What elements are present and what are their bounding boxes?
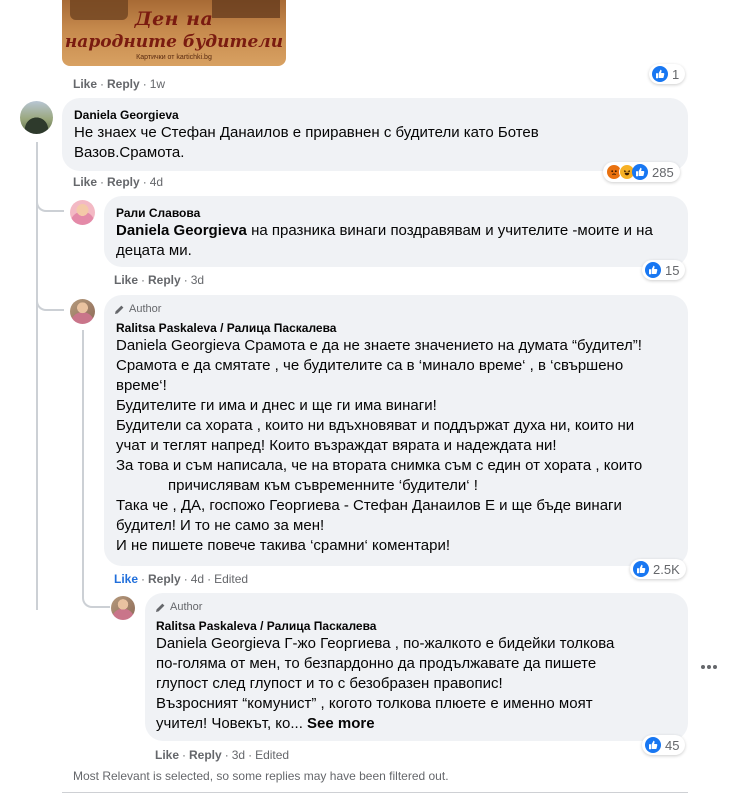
reactions-pill[interactable]: 2.5K [630,559,686,579]
like-icon [645,262,661,278]
comment-time[interactable]: 3d [232,748,245,762]
comment-actions: Like · Reply · 3d · Edited [155,748,290,762]
pen-icon [156,603,165,612]
avatar[interactable] [70,299,95,324]
like-button[interactable]: Like [73,77,97,91]
comment-time[interactable]: 4d [191,572,204,586]
reaction-count: 15 [665,262,680,278]
like-icon [633,561,649,577]
author-badge: Author [155,601,202,613]
comment-text: Daniela Georgieva на празника винаги поз… [116,222,653,259]
like-button[interactable]: Like [155,748,179,762]
avatar[interactable] [111,596,135,620]
see-more-link[interactable]: See more [307,715,375,732]
thread-connector [36,192,64,212]
comment-actions: Like · Reply · 4d · Edited [114,572,249,586]
more-options-icon[interactable] [697,660,721,674]
comment-author[interactable]: Ralitsa Paskaleva / Ралица Паскалева [116,321,336,335]
like-button[interactable]: Like [73,175,97,189]
comment-time[interactable]: 1w [150,77,165,91]
mention-link[interactable]: Daniela Georgieva [116,222,247,239]
divider [62,792,688,793]
image-text-line2: народните будители [64,32,284,52]
reactions-pill[interactable]: 1 [649,64,686,84]
thread-line [82,330,84,590]
reply-bubble: Author Ralitsa Paskaleva / Ралица Паскал… [145,593,688,741]
comment-text: Не знаех че Стефан Данаилов е приравнен … [74,124,539,161]
reactions-pill[interactable]: 15 [642,260,686,280]
comment-bubble: Daniela Georgieva Не знаех че Стефан Дан… [62,98,688,171]
like-icon [652,66,668,82]
reply-bubble: Author Ralitsa Paskaleva / Ралица Паскал… [104,295,688,566]
reply-button[interactable]: Reply [189,748,222,762]
image-caption: Картички от kartichki.bg [136,54,212,61]
image-text-line1: Ден на [134,8,214,30]
reaction-count: 285 [652,164,674,180]
avatar[interactable] [20,101,53,134]
reaction-count: 45 [665,737,680,753]
comment-time[interactable]: 4d [150,175,163,189]
thread-connector [82,588,110,608]
reactions-pill[interactable]: 285 [603,162,680,182]
comment-actions: Like · Reply · 4d [73,175,164,189]
comment-text: Daniela Georgieva Г-жо Георгиева , по-жа… [156,635,615,732]
reactions-pill[interactable]: 45 [642,735,686,755]
comment-author[interactable]: Ralitsa Paskaleva / Ралица Паскалева [156,619,376,633]
comment-time[interactable]: 3d [191,273,204,287]
reaction-count: 2.5K [653,561,680,577]
reply-button[interactable]: Reply [107,77,140,91]
avatar[interactable] [70,200,95,225]
post-image[interactable]: Ден на народните будители Картички от ka… [62,0,286,66]
comment-actions: Like · Reply · 1w [73,77,166,91]
like-icon [645,737,661,753]
thread-line [36,142,38,610]
edited-label[interactable]: Edited [255,748,289,762]
reply-button[interactable]: Reply [148,273,181,287]
author-badge: Author [114,303,161,315]
reply-button[interactable]: Reply [107,175,140,189]
reply-button[interactable]: Reply [148,572,181,586]
comment-text: Daniela Georgieva Срамота е да не знаете… [116,337,643,554]
filter-note: Most Relevant is selected, so some repli… [73,769,449,783]
comment-author[interactable]: Рали Славова [116,206,200,220]
comment-actions: Like · Reply · 3d [114,273,205,287]
like-button[interactable]: Like [114,273,138,287]
comment-author[interactable]: Daniela Georgieva [74,108,179,122]
reaction-count: 1 [672,66,680,82]
thread-connector [36,290,64,311]
pen-icon [115,305,124,314]
reply-bubble: Рали Славова Daniela Georgieva на празни… [104,196,688,267]
mention-link[interactable]: Daniela Georgieva [156,635,280,652]
like-button[interactable]: Like [114,572,138,586]
like-icon [632,164,648,180]
edited-label[interactable]: Edited [214,572,248,586]
mention-link[interactable]: Daniela Georgieva [116,337,240,354]
